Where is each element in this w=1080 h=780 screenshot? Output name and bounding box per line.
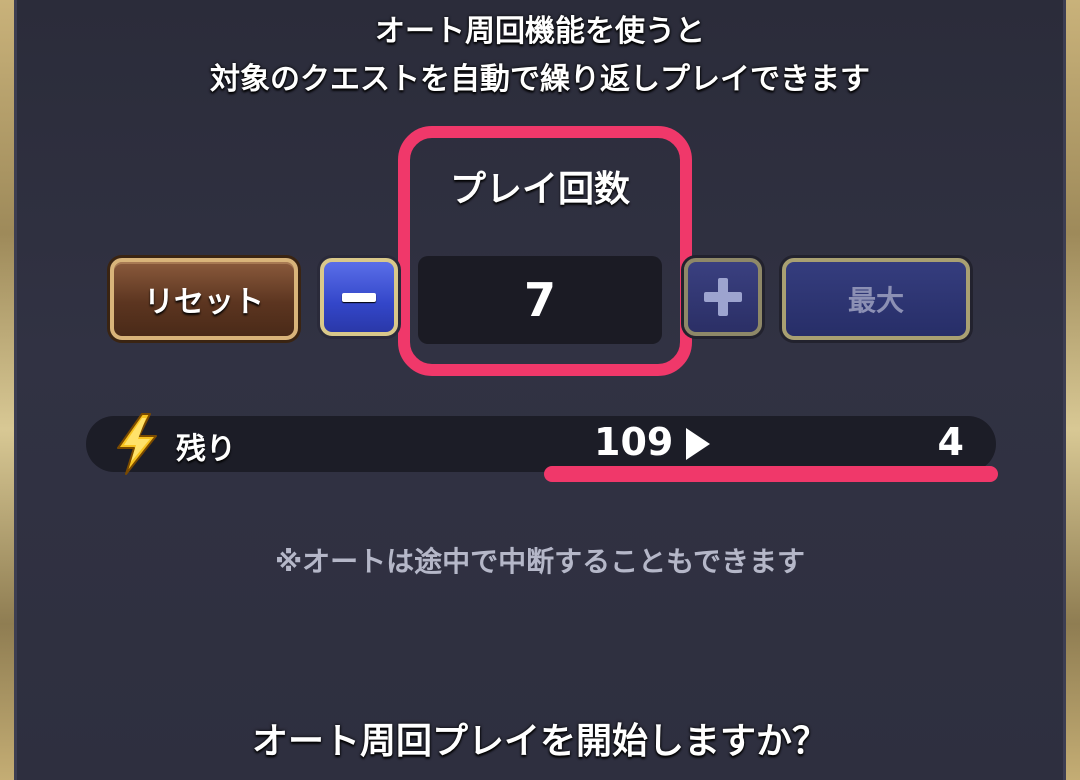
plus-icon bbox=[704, 278, 742, 316]
minus-icon bbox=[342, 292, 376, 302]
description-line-2: 対象のクエストを自動で繰り返しプレイできます bbox=[210, 62, 870, 97]
right-frame-edge bbox=[1066, 0, 1080, 780]
lightning-bolt-icon bbox=[117, 413, 157, 475]
start-confirmation-prompt: オート周回プレイを開始しますか？ bbox=[251, 721, 828, 762]
reset-button[interactable]: リセット bbox=[110, 258, 298, 340]
auto-play-panel bbox=[14, 0, 1066, 780]
play-count-value: 7 bbox=[418, 256, 662, 344]
stamina-highlight-underline bbox=[544, 466, 998, 482]
interrupt-note: ※オートは途中で中断することもできます bbox=[274, 545, 806, 578]
stamina-current-value: 109 bbox=[594, 420, 674, 464]
description-line-1: オート周回機能を使うと bbox=[375, 14, 705, 49]
play-count-label: プレイ回数 bbox=[449, 169, 630, 210]
left-frame-edge bbox=[0, 0, 14, 780]
arrow-right-icon bbox=[686, 428, 710, 460]
max-button[interactable]: 最大 bbox=[782, 258, 970, 340]
increase-button[interactable] bbox=[684, 258, 762, 336]
stamina-after-value: 4 bbox=[937, 420, 964, 464]
decrease-button[interactable] bbox=[320, 258, 398, 336]
stamina-remaining-label: 残り bbox=[176, 432, 236, 467]
